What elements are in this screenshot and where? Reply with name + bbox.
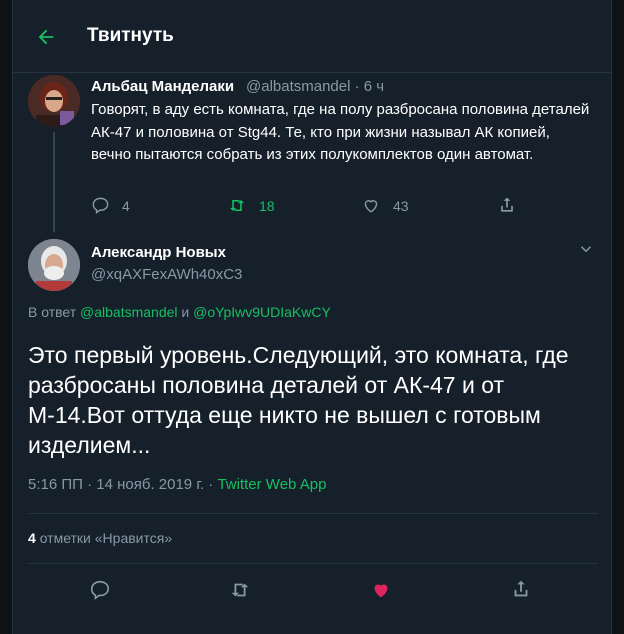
- chevron-down-icon: [580, 246, 592, 253]
- likes-count: 4: [28, 530, 36, 546]
- avatar[interactable]: [28, 75, 80, 127]
- retweet-icon: [229, 199, 245, 212]
- retweet-button[interactable]: [229, 579, 251, 601]
- arrow-left-icon: [38, 29, 54, 45]
- separator: ·: [354, 78, 360, 95]
- heart-icon: [364, 200, 378, 213]
- reply-button[interactable]: [89, 579, 111, 601]
- tweet-text: Говорят, в аду есть комната, где на полу…: [91, 101, 590, 163]
- retweet-icon: [231, 583, 249, 597]
- tweet-panel: Твитнуть Альбац Манделаки @albatsmandel …: [12, 0, 612, 634]
- reply-count: 4: [122, 197, 130, 214]
- reply-button[interactable]: 4: [91, 196, 130, 215]
- timestamp[interactable]: 5:16 ПП · 14 нояб. 2019 г. ·: [28, 476, 213, 493]
- share-icon: [514, 580, 528, 597]
- tweet-text: Это первый уровень.Следующий, это комнат…: [28, 342, 569, 458]
- more-button[interactable]: [577, 240, 595, 263]
- reply-and: и: [181, 304, 190, 320]
- like-button[interactable]: 43: [361, 196, 409, 215]
- avatar-photo: [28, 239, 80, 291]
- reply-icon: [92, 197, 109, 215]
- avatar-photo: [28, 75, 80, 127]
- back-button[interactable]: [31, 22, 61, 52]
- reply-prefix: В ответ: [28, 304, 77, 320]
- reply-user-link[interactable]: @albatsmandel: [80, 304, 178, 320]
- like-button[interactable]: [370, 579, 392, 601]
- likes-label: отметки «Нравится»: [39, 530, 173, 546]
- page-title: Твитнуть: [87, 25, 174, 46]
- share-button[interactable]: [510, 578, 532, 600]
- author-name[interactable]: Александр Новых: [91, 244, 226, 261]
- like-count: 43: [393, 197, 409, 214]
- share-icon: [501, 197, 513, 212]
- divider: [28, 513, 598, 514]
- share-button[interactable]: [497, 195, 529, 215]
- tweet-meta: 5:16 ПП · 14 нояб. 2019 г. · Twitter Web…: [28, 476, 326, 493]
- handle-text: @albatsmandel: [246, 78, 351, 95]
- tweet-time[interactable]: 6 ч: [364, 78, 384, 95]
- retweet-count: 18: [259, 197, 275, 214]
- thread-line: [53, 132, 55, 232]
- source-link[interactable]: Twitter Web App: [217, 476, 326, 493]
- retweet-button[interactable]: 18: [227, 196, 275, 215]
- header: Твитнуть: [13, 0, 611, 73]
- likes-summary[interactable]: 4 отметки «Нравится»: [28, 530, 172, 546]
- author-handle[interactable]: @albatsmandel · 6 ч: [246, 78, 384, 95]
- avatar[interactable]: [28, 239, 80, 291]
- heart-filled-icon: [374, 584, 388, 598]
- reply-icon: [90, 580, 110, 600]
- reply-user-link[interactable]: @oYpIwv9UDIaKwCY: [193, 304, 331, 320]
- author-handle[interactable]: @xqAXFexAWh40xC3: [91, 266, 242, 283]
- divider: [28, 563, 598, 564]
- author-name[interactable]: Альбац Манделаки: [91, 78, 234, 95]
- reply-to-line: В ответ @albatsmandel и @oYpIwv9UDIaKwCY: [28, 304, 331, 320]
